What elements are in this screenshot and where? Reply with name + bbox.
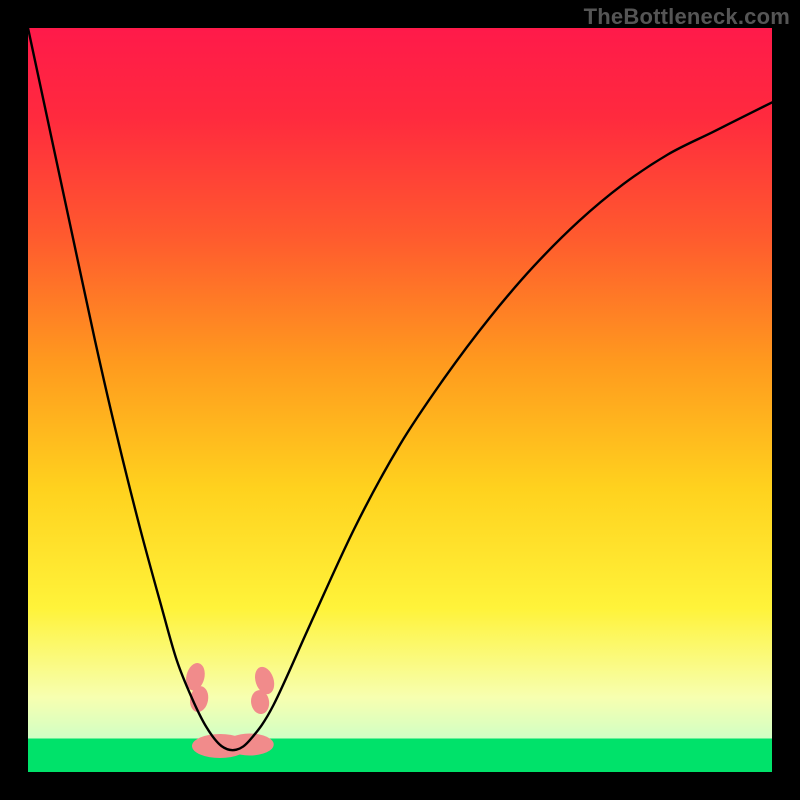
watermark-text: TheBottleneck.com (584, 4, 790, 30)
chart-stage: TheBottleneck.com (0, 0, 800, 800)
chart-svg (28, 28, 772, 772)
marker-blob (226, 734, 274, 756)
green-bottom-band (28, 739, 772, 773)
gradient-background (28, 28, 772, 772)
chart-plot-area (28, 28, 772, 772)
